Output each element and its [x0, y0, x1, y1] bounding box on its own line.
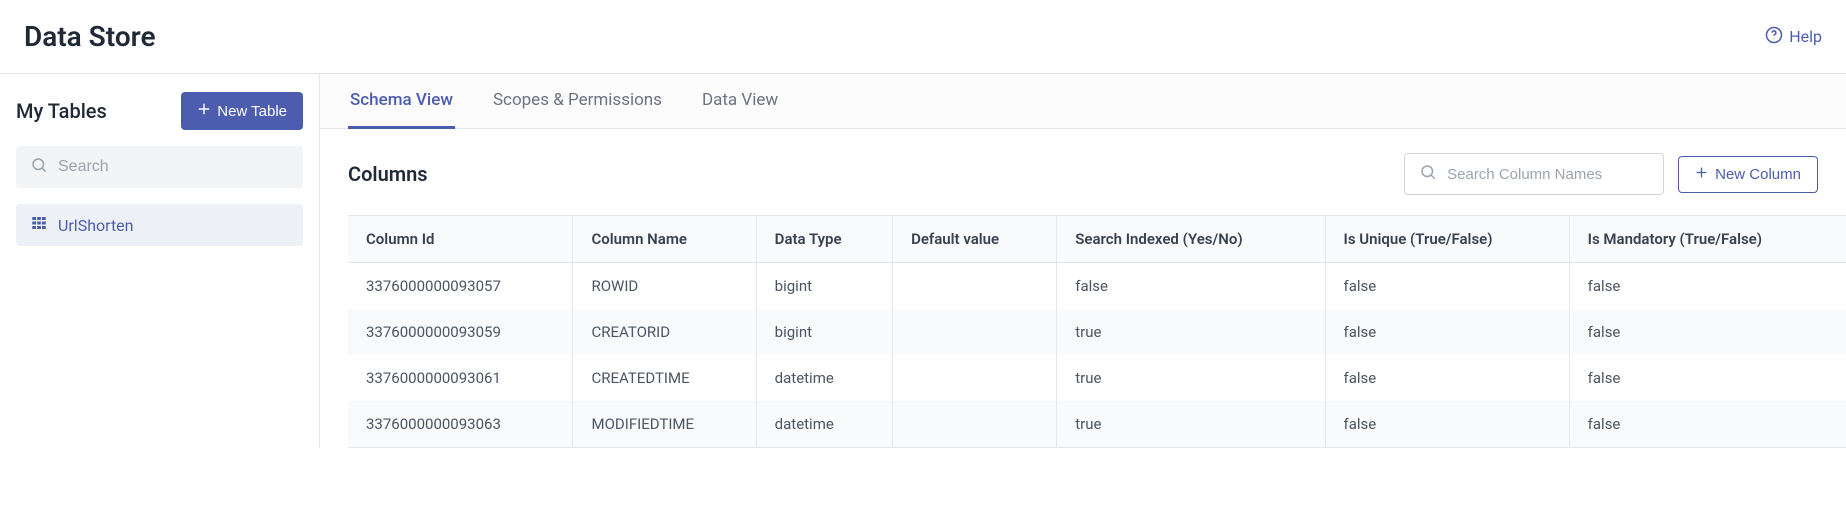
table-header-cell: Column Id [348, 216, 573, 263]
table-header-cell: Column Name [573, 216, 756, 263]
table-cell: 3376000000093057 [348, 263, 573, 310]
new-column-label: New Column [1715, 166, 1801, 183]
table-cell: 3376000000093059 [348, 309, 573, 355]
table-cell [893, 401, 1057, 448]
table-cell: true [1057, 401, 1325, 448]
table-header-cell: Search Indexed (Yes/No) [1057, 216, 1325, 263]
sidebar-search-input[interactable] [58, 158, 289, 176]
table-cell: bigint [756, 263, 892, 310]
table-cell: datetime [756, 355, 892, 401]
table-cell [893, 355, 1057, 401]
table-cell [893, 263, 1057, 310]
topbar: Data Store Help [0, 0, 1846, 74]
sidebar-search[interactable] [16, 146, 303, 188]
table-header-cell: Data Type [756, 216, 892, 263]
table-header-cell: Is Unique (True/False) [1325, 216, 1569, 263]
tabs: Schema View Scopes & Permissions Data View [320, 74, 1846, 129]
new-column-button[interactable]: New Column [1678, 156, 1818, 193]
sidebar-table-label: UrlShorten [58, 216, 134, 235]
table-cell: CREATEDTIME [573, 355, 756, 401]
table-header-cell: Is Mandatory (True/False) [1569, 216, 1846, 263]
sidebar-title: My Tables [16, 99, 107, 123]
table-row[interactable]: 3376000000093059CREATORIDbiginttruefalse… [348, 309, 1846, 355]
search-icon [1419, 163, 1437, 185]
plus-icon [1695, 166, 1708, 183]
tab-schema-view[interactable]: Schema View [348, 74, 455, 129]
help-icon [1765, 26, 1783, 48]
tab-data-view[interactable]: Data View [700, 74, 780, 129]
help-link[interactable]: Help [1765, 26, 1822, 48]
table-cell: MODIFIEDTIME [573, 401, 756, 448]
page-title: Data Store [24, 20, 156, 53]
main: Schema View Scopes & Permissions Data View… [320, 74, 1846, 448]
table-cell: false [1569, 309, 1846, 355]
columns-section-head: Columns New Column [320, 129, 1846, 215]
table-cell: datetime [756, 401, 892, 448]
help-label: Help [1789, 27, 1822, 46]
table-header-cell: Default value [893, 216, 1057, 263]
columns-table: Column IdColumn NameData TypeDefault val… [348, 215, 1846, 448]
table-row[interactable]: 3376000000093063MODIFIEDTIMEdatetime true… [348, 401, 1846, 448]
table-icon [30, 214, 48, 236]
table-cell: 3376000000093063 [348, 401, 573, 448]
plus-icon [197, 102, 211, 120]
table-cell: false [1325, 355, 1569, 401]
table-cell: true [1057, 309, 1325, 355]
table-row[interactable]: 3376000000093057ROWIDbigintfalsefalsefal… [348, 263, 1846, 310]
tab-scopes-permissions[interactable]: Scopes & Permissions [491, 74, 664, 129]
table-cell: ROWID [573, 263, 756, 310]
table-cell: false [1569, 401, 1846, 448]
new-table-button[interactable]: New Table [181, 92, 303, 130]
table-header-row: Column IdColumn NameData TypeDefault val… [348, 216, 1846, 263]
sidebar-table-item[interactable]: UrlShorten [16, 204, 303, 246]
table-cell: false [1569, 355, 1846, 401]
column-search[interactable] [1404, 153, 1664, 195]
column-search-input[interactable] [1447, 166, 1649, 183]
table-cell: CREATORID [573, 309, 756, 355]
table-cell [893, 309, 1057, 355]
table-row[interactable]: 3376000000093061CREATEDTIMEdatetimetruef… [348, 355, 1846, 401]
table-cell: 3376000000093061 [348, 355, 573, 401]
table-cell: bigint [756, 309, 892, 355]
table-cell: true [1057, 355, 1325, 401]
table-cell: false [1325, 401, 1569, 448]
table-cell: false [1325, 263, 1569, 310]
table-cell: false [1057, 263, 1325, 310]
columns-title: Columns [348, 162, 428, 186]
table-cell: false [1569, 263, 1846, 310]
new-table-label: New Table [217, 103, 287, 120]
search-icon [30, 156, 48, 178]
sidebar-head: My Tables New Table [16, 92, 303, 130]
table-cell: false [1325, 309, 1569, 355]
sidebar: My Tables New Table [0, 74, 320, 448]
columns-actions: New Column [1404, 153, 1818, 195]
